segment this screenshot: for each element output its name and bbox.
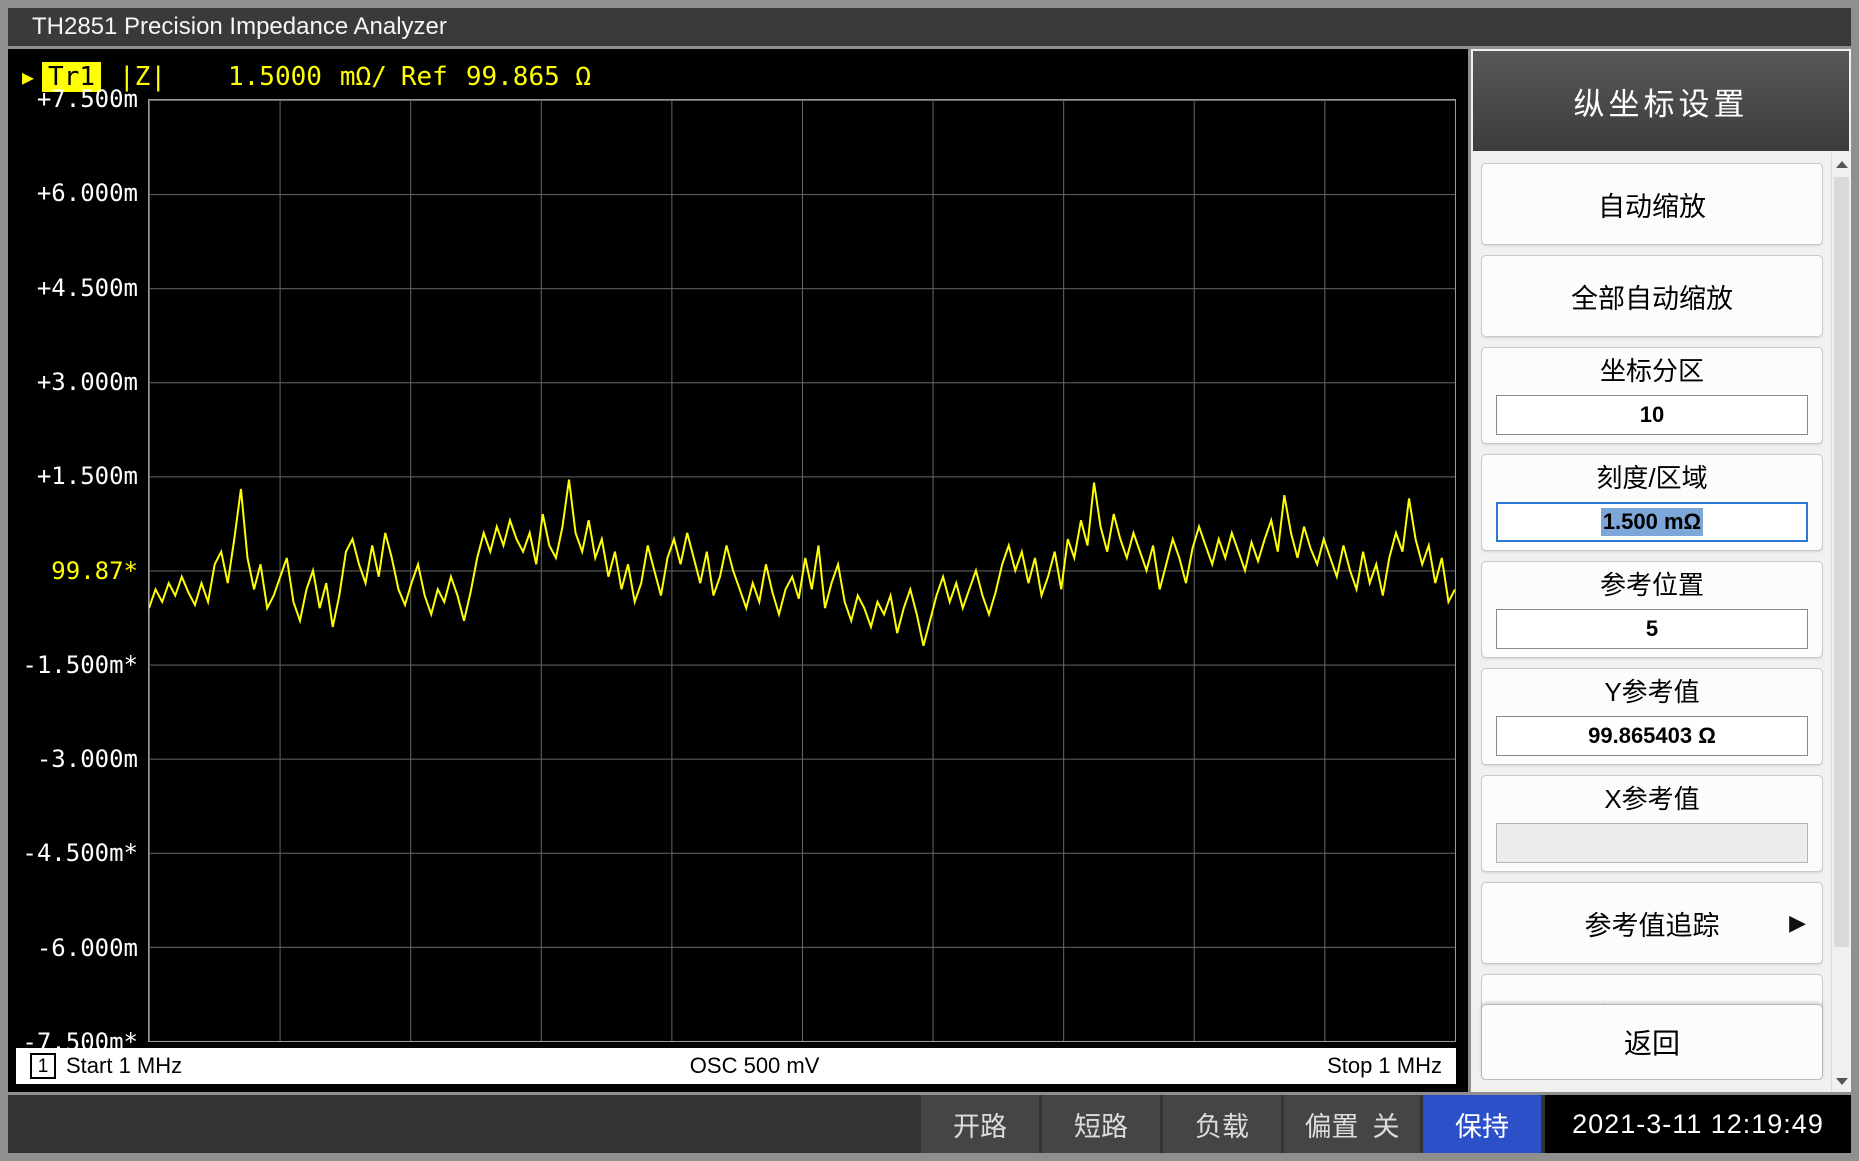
trace-ref-value: 99.865 Ω xyxy=(466,62,591,92)
y-tick: -1.500m* xyxy=(22,651,138,679)
y-reference-input[interactable]: 99.865403 Ω xyxy=(1496,716,1808,756)
scale-per-division-input[interactable]: 1.500 mΩ xyxy=(1496,502,1808,542)
divisions-input[interactable]: 10 xyxy=(1496,395,1808,435)
right-arrow-icon: ▶ xyxy=(1789,910,1806,936)
scale-per-division-label: 刻度/区域 xyxy=(1596,462,1707,495)
reference-position-input[interactable]: 5 xyxy=(1496,609,1808,649)
divisions-group[interactable]: 坐标分区 10 xyxy=(1481,347,1823,444)
chart-region: ▶ Tr1 |Z| 1.5000 mΩ/ Ref 99.865 Ω +7.500… xyxy=(8,49,1468,1092)
y-reference-label: Y参考值 xyxy=(1604,676,1699,709)
bottom-bar: 开路 短路 负载 偏置 关 保持 2021-3-11 12:19:49 xyxy=(8,1095,1851,1153)
sidebar: 纵坐标设置 自动缩放 全部自动缩放 坐标分区 10 刻度/区域 1.500 mΩ xyxy=(1471,49,1851,1092)
window-title: TH2851 Precision Impedance Analyzer xyxy=(32,13,447,41)
plot-area xyxy=(148,99,1456,1042)
reference-track-label: 参考值追踪 xyxy=(1585,904,1720,943)
scroll-up-button[interactable] xyxy=(1832,153,1851,175)
y-tick: -7.500m* xyxy=(22,1028,138,1056)
load-button[interactable]: 负载 xyxy=(1163,1095,1281,1153)
open-circuit-button[interactable]: 开路 xyxy=(921,1095,1039,1153)
auto-scale-all-button[interactable]: 全部自动缩放 xyxy=(1481,255,1823,337)
trace-ref-label: Ref xyxy=(401,62,448,92)
x-reference-input[interactable] xyxy=(1496,823,1808,863)
divisions-label: 坐标分区 xyxy=(1600,355,1704,388)
chevron-down-icon xyxy=(1836,1078,1848,1085)
clock: 2021-3-11 12:19:49 xyxy=(1545,1095,1851,1153)
active-trace-arrow-icon: ▶ xyxy=(22,65,34,89)
sidebar-scrollbar[interactable] xyxy=(1831,153,1851,1092)
trace-scale-unit: mΩ/ xyxy=(340,62,387,92)
reference-position-label: 参考位置 xyxy=(1600,569,1704,602)
y-tick: -3.000m xyxy=(37,745,138,773)
y-tick: -4.500m* xyxy=(22,839,138,867)
reference-track-button[interactable]: 参考值追踪 ▶ xyxy=(1481,882,1823,964)
short-circuit-button[interactable]: 短路 xyxy=(1042,1095,1160,1153)
bias-label: 偏置 xyxy=(1305,1105,1359,1144)
reference-position-group[interactable]: 参考位置 5 xyxy=(1481,561,1823,658)
scroll-down-button[interactable] xyxy=(1832,1070,1851,1092)
y-tick: +6.000m xyxy=(37,179,138,207)
chevron-up-icon xyxy=(1836,161,1848,168)
plot-row: +7.500m +6.000m +4.500m +3.000m +1.500m … xyxy=(16,99,1456,1042)
y-reference-group[interactable]: Y参考值 99.865403 Ω xyxy=(1481,668,1823,765)
sweep-stop: Stop 1 MHz xyxy=(1327,1053,1442,1079)
hold-button[interactable]: 保持 xyxy=(1423,1095,1541,1153)
app-window: TH2851 Precision Impedance Analyzer ▶ Tr… xyxy=(0,0,1859,1161)
bias-state: 关 xyxy=(1373,1105,1400,1144)
sweep-start: Start 1 MHz xyxy=(66,1053,182,1079)
scrollbar-track[interactable] xyxy=(1832,175,1851,1070)
osc-level: OSC 500 mV xyxy=(182,1053,1327,1079)
x-reference-label: X参考值 xyxy=(1604,783,1699,816)
channel-indicator: 1 xyxy=(30,1053,56,1079)
y-axis-labels: +7.500m +6.000m +4.500m +3.000m +1.500m … xyxy=(16,99,148,1042)
y-tick: +3.000m xyxy=(37,368,138,396)
y-tick: +4.500m xyxy=(37,274,138,302)
content-row: ▶ Tr1 |Z| 1.5000 mΩ/ Ref 99.865 Ω +7.500… xyxy=(8,49,1851,1092)
selected-text: 1.500 mΩ xyxy=(1601,508,1703,536)
bias-button[interactable]: 偏置 关 xyxy=(1284,1095,1420,1153)
sidebar-title: 纵坐标设置 xyxy=(1473,51,1849,151)
x-reference-group[interactable]: X参考值 xyxy=(1481,775,1823,872)
auto-scale-button[interactable]: 自动缩放 xyxy=(1481,163,1823,245)
title-bar: TH2851 Precision Impedance Analyzer xyxy=(8,8,1851,46)
y-tick: -6.000m xyxy=(37,934,138,962)
trace-line xyxy=(149,100,1455,1041)
trace-header: ▶ Tr1 |Z| 1.5000 mΩ/ Ref 99.865 Ω xyxy=(16,55,1456,99)
scale-per-division-group[interactable]: 刻度/区域 1.500 mΩ xyxy=(1481,454,1823,551)
y-tick: +1.500m xyxy=(37,462,138,490)
trace-scale-value: 1.5000 xyxy=(228,62,322,92)
y-tick-reference: 99.87* xyxy=(51,557,138,585)
y-tick: +7.500m xyxy=(37,85,138,113)
back-button[interactable]: 返回 xyxy=(1481,1004,1823,1080)
bottom-bar-spacer xyxy=(8,1095,918,1153)
sidebar-menu: 自动缩放 全部自动缩放 坐标分区 10 刻度/区域 1.500 mΩ 参考位置 xyxy=(1481,153,1823,1092)
sidebar-body: 自动缩放 全部自动缩放 坐标分区 10 刻度/区域 1.500 mΩ 参考位置 xyxy=(1471,153,1851,1092)
scrollbar-thumb[interactable] xyxy=(1834,177,1849,947)
sweep-info-bar: 1 Start 1 MHz OSC 500 mV Stop 1 MHz xyxy=(16,1048,1456,1084)
